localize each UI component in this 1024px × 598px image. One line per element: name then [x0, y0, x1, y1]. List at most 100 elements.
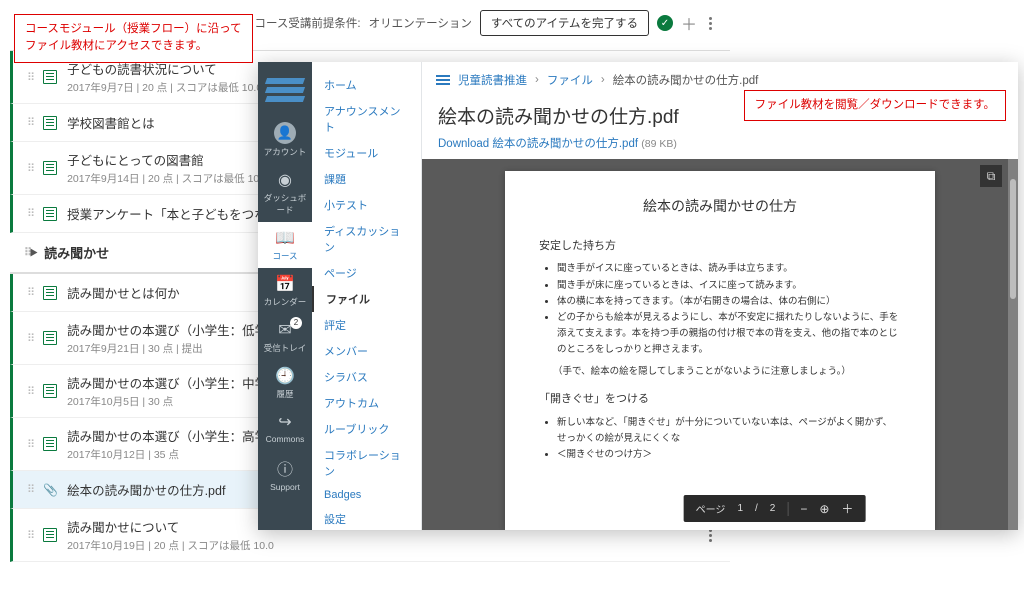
global-nav-アカウント[interactable]: 👤 アカウント — [258, 116, 312, 164]
course-nav-item[interactable]: アウトカム — [312, 390, 421, 416]
pdf-section1-note: （手で、絵本の絵を隠してしまうことがないように注意しましょう。） — [553, 364, 901, 380]
global-nav-ダッシュボード[interactable]: ◉ ダッシュボード — [258, 164, 312, 222]
global-nav-カレンダー[interactable]: 📅カレンダー — [258, 268, 312, 314]
course-nav-item[interactable]: メンバー — [312, 338, 421, 364]
pdf-section1-title: 安定した持ち方 — [539, 237, 901, 256]
document-icon — [43, 384, 57, 398]
document-icon — [43, 207, 57, 221]
nav-label: ダッシュボード — [264, 193, 307, 215]
topbar-menu-button[interactable] — [705, 13, 716, 34]
global-nav-履歴[interactable]: 🕘 履歴 — [258, 360, 312, 406]
global-nav: 👤 アカウント ◉ ダッシュボード 📖 コース 📅カレンダー✉受信トレイ2 🕘 履歴 ↪Commo… — [258, 62, 312, 530]
avatar-icon: 👤 — [274, 122, 296, 144]
callout-right: ファイル教材を閲覧／ダウンロードできます。 — [744, 90, 1006, 121]
document-icon — [43, 70, 57, 84]
pdf-page-total: 2 — [770, 503, 776, 514]
course-nav-item[interactable]: ルーブリック — [312, 416, 421, 442]
course-nav-item[interactable]: 小テスト — [312, 192, 421, 218]
module-item-meta: 2017年10月19日 | 20 点 | スコアは最低 10.0 — [67, 538, 695, 553]
drag-handle-icon[interactable]: ⠿ — [27, 116, 33, 129]
course-nav-item[interactable]: 評定 — [312, 312, 421, 338]
zoom-in-button[interactable]: ＋ — [841, 500, 853, 517]
global-nav-Support[interactable]: ⓘ Support — [258, 450, 312, 498]
document-icon — [43, 331, 57, 345]
drag-handle-icon[interactable]: ⠿ — [27, 529, 33, 542]
course-nav-item[interactable]: ファイル — [312, 286, 421, 312]
course-nav-item[interactable]: 設定 — [312, 506, 421, 532]
add-item-button[interactable]: ＋ — [681, 11, 697, 35]
pdf-page-current: 1 — [737, 503, 743, 514]
pdf-section2-title: 「開きぐせ」をつける — [539, 390, 901, 409]
drag-handle-icon[interactable]: ⠿ — [27, 71, 33, 84]
module-header-label: 読み聞かせ — [44, 243, 109, 262]
document-icon — [43, 116, 57, 130]
course-nav-item[interactable]: シラバス — [312, 364, 421, 390]
nav-label: Support — [270, 482, 300, 492]
complete-all-button[interactable]: すべてのアイテムを完了する — [480, 10, 649, 36]
course-nav-item[interactable]: ディスカッション — [312, 218, 421, 260]
hamburger-icon[interactable] — [436, 75, 450, 85]
global-nav-受信トレイ[interactable]: ✉受信トレイ2 — [258, 314, 312, 360]
document-icon — [43, 437, 57, 451]
file-viewer-window: 👤 アカウント ◉ ダッシュボード 📖 コース 📅カレンダー✉受信トレイ2 🕘 履歴 ↪Commo… — [258, 62, 1018, 530]
download-row: Download 絵本の読み聞かせの仕方.pdf (89 KB) — [422, 133, 1018, 159]
nav-icon: 🕘 — [260, 366, 310, 386]
viewer-scrollbar[interactable] — [1008, 159, 1018, 530]
nav-icon: 📖 — [260, 228, 310, 248]
prereq-value: オリエンテーション — [369, 15, 472, 31]
check-icon: ✓ — [657, 15, 673, 31]
content-area: 児童読書推進 › ファイル › 絵本の読み聞かせの仕方.pdf 絵本の読み聞かせ… — [422, 62, 1018, 530]
course-nav-item[interactable]: コラボレーション — [312, 442, 421, 484]
document-icon — [43, 286, 57, 300]
drag-handle-icon[interactable]: ⠿ — [24, 246, 30, 259]
course-nav-item[interactable]: 課題 — [312, 166, 421, 192]
drag-handle-icon[interactable]: ⠿ — [27, 162, 33, 175]
pdf-section1-list: 聞き手がイスに座っているときは、読み手は立ちます。聞き手が床に座っているときは、… — [557, 261, 901, 358]
chevron-right-icon: › — [601, 74, 605, 86]
file-size: (89 KB) — [641, 138, 677, 150]
drag-handle-icon[interactable]: ⠿ — [27, 438, 33, 451]
nav-icon: ✉ — [260, 320, 310, 340]
course-nav-item[interactable]: Badges — [312, 484, 421, 506]
pdf-bullet: 新しい本など、「開きぐせ」が十分についていない本は、ページがよく開かず、せっかく… — [557, 415, 901, 447]
zoom-icon[interactable]: ⊕ — [819, 502, 829, 516]
popout-icon[interactable]: ⧉ — [980, 165, 1002, 187]
nav-icon: 📅 — [260, 274, 310, 294]
pdf-page-sep: / — [755, 503, 758, 514]
drag-handle-icon[interactable]: ⠿ — [27, 286, 33, 299]
drag-handle-icon[interactable]: ⠿ — [27, 332, 33, 345]
global-nav-コース[interactable]: 📖 コース — [258, 222, 312, 268]
clip-icon — [43, 483, 57, 497]
nav-label: アカウント — [264, 147, 307, 157]
pdf-toolbar: ページ 1 / 2 − ⊕ ＋ — [684, 495, 866, 522]
pdf-page-label: ページ — [696, 501, 726, 516]
drag-handle-icon[interactable]: ⠿ — [27, 207, 33, 220]
document-icon — [43, 528, 57, 542]
drag-handle-icon[interactable]: ⠿ — [27, 483, 33, 496]
course-nav-item[interactable]: ホーム — [312, 72, 421, 98]
breadcrumb-root[interactable]: 児童読書推進 — [458, 72, 527, 88]
chevron-right-icon: › — [535, 74, 539, 86]
pdf-bullet: 聞き手が床に座っているときは、イスに座って読みます。 — [557, 278, 901, 294]
breadcrumb-mid[interactable]: ファイル — [547, 72, 593, 88]
nav-icon: ◉ — [260, 170, 310, 190]
logo-icon[interactable] — [258, 72, 312, 114]
pdf-bullet: 体の横に本を持ってきます。（本が右開きの場合は、体の右側に） — [557, 294, 901, 310]
pdf-bullet: どの子からも絵本が見えるようにし、本が不安定に揺れたりしないように、手を添えて支… — [557, 310, 901, 358]
prereq-label: コース受講前提条件: — [254, 15, 360, 31]
nav-label: 履歴 — [276, 389, 293, 399]
zoom-out-button[interactable]: − — [800, 502, 807, 516]
nav-icon: ⓘ — [260, 456, 310, 480]
drag-handle-icon[interactable]: ⠿ — [27, 385, 33, 398]
course-nav-item[interactable]: アナウンスメント — [312, 98, 421, 140]
nav-icon: ↪ — [260, 412, 310, 432]
nav-label: コース — [272, 251, 297, 261]
course-nav-item[interactable]: モジュール — [312, 140, 421, 166]
global-nav-Commons[interactable]: ↪Commons — [258, 406, 312, 450]
pdf-bullet: 聞き手がイスに座っているときは、読み手は立ちます。 — [557, 261, 901, 277]
download-link[interactable]: Download 絵本の読み聞かせの仕方.pdf — [438, 138, 638, 150]
document-icon — [43, 161, 57, 175]
course-nav-item[interactable]: ページ — [312, 260, 421, 286]
course-nav: ホームアナウンスメントモジュール課題小テストディスカッションページファイル評定メ… — [312, 62, 422, 530]
triangle-icon — [31, 249, 38, 257]
